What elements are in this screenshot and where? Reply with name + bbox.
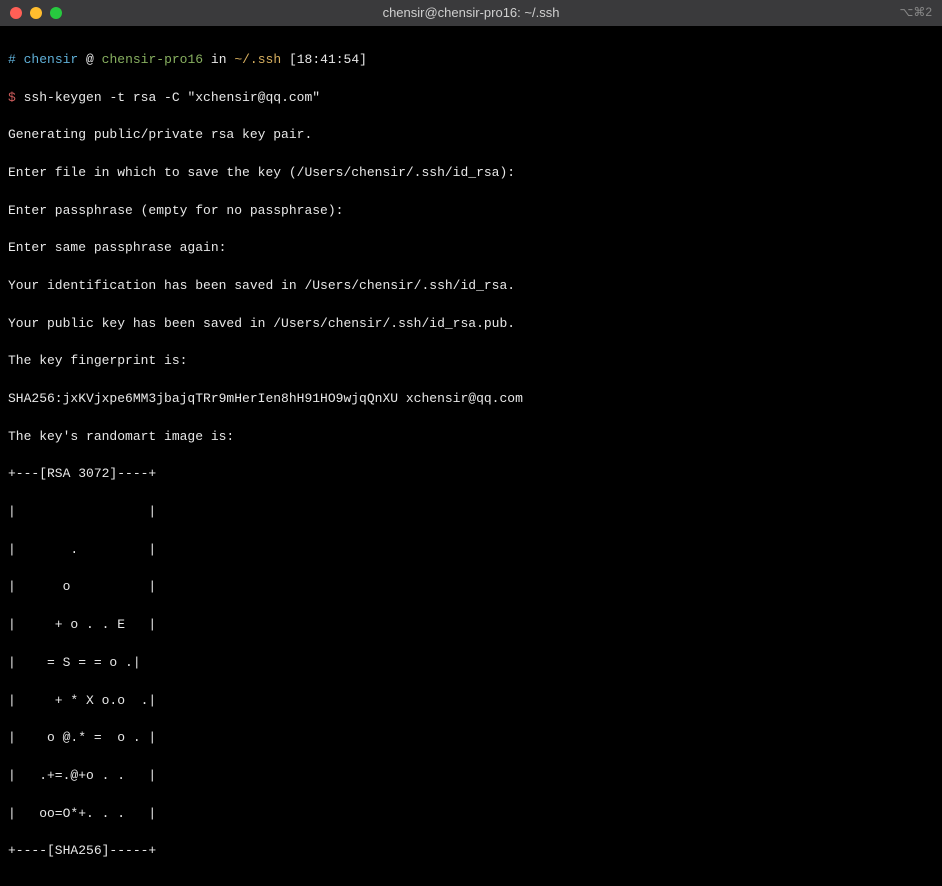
output-line: Enter file in which to save the key (/Us… [8,164,934,183]
output-line: Generating public/private rsa key pair. [8,126,934,145]
output-line: Enter same passphrase again: [8,239,934,258]
randomart-line: | o | [8,578,934,597]
randomart-line: | . | [8,541,934,560]
prompt-path: ~/.ssh [234,52,281,67]
prompt-user: chensir [24,52,79,67]
command-line: $ ssh-keygen -t rsa -C "xchensir@qq.com" [8,89,934,108]
output-line: Your public key has been saved in /Users… [8,315,934,334]
randomart-line: | + o . . E | [8,616,934,635]
prompt-hash: # [8,52,16,67]
titlebar-shortcut-glyph: ⌥⌘2 [899,4,932,21]
randomart-line: +---[RSA 3072]----+ [8,465,934,484]
prompt-host: chensir-pro16 [102,52,203,67]
randomart-line: | | [8,503,934,522]
prompt-at: @ [86,52,94,67]
output-line: Enter passphrase (empty for no passphras… [8,202,934,221]
command-text: ssh-keygen -t rsa -C "xchensir@qq.com" [24,90,320,105]
output-line: SHA256:jxKVjxpe6MM3jbajqTRr9mHerIen8hH91… [8,390,934,409]
prompt-line-1: # chensir @ chensir-pro16 in ~/.ssh [18:… [8,51,934,70]
prompt-symbol: $ [8,90,16,105]
output-line: The key fingerprint is: [8,352,934,371]
output-line: The key's randomart image is: [8,428,934,447]
randomart-line: | + * X o.o .| [8,692,934,711]
prompt-time: [18:41:54] [289,52,367,67]
close-icon[interactable] [10,7,22,19]
randomart-line: | .+=.@+o . . | [8,767,934,786]
output-line: Your identification has been saved in /U… [8,277,934,296]
randomart-line: | o @.* = o . | [8,729,934,748]
window-titlebar: chensir@chensir-pro16: ~/.ssh ⌥⌘2 [0,0,942,26]
randomart-line: | = S = = o .| [8,654,934,673]
minimize-icon[interactable] [30,7,42,19]
randomart-line: +----[SHA256]-----+ [8,842,934,861]
terminal-output[interactable]: # chensir @ chensir-pro16 in ~/.ssh [18:… [0,26,942,886]
maximize-icon[interactable] [50,7,62,19]
prompt-in: in [211,52,227,67]
randomart-line: | oo=O*+. . . | [8,805,934,824]
window-title: chensir@chensir-pro16: ~/.ssh [383,4,560,23]
traffic-lights [10,7,62,19]
